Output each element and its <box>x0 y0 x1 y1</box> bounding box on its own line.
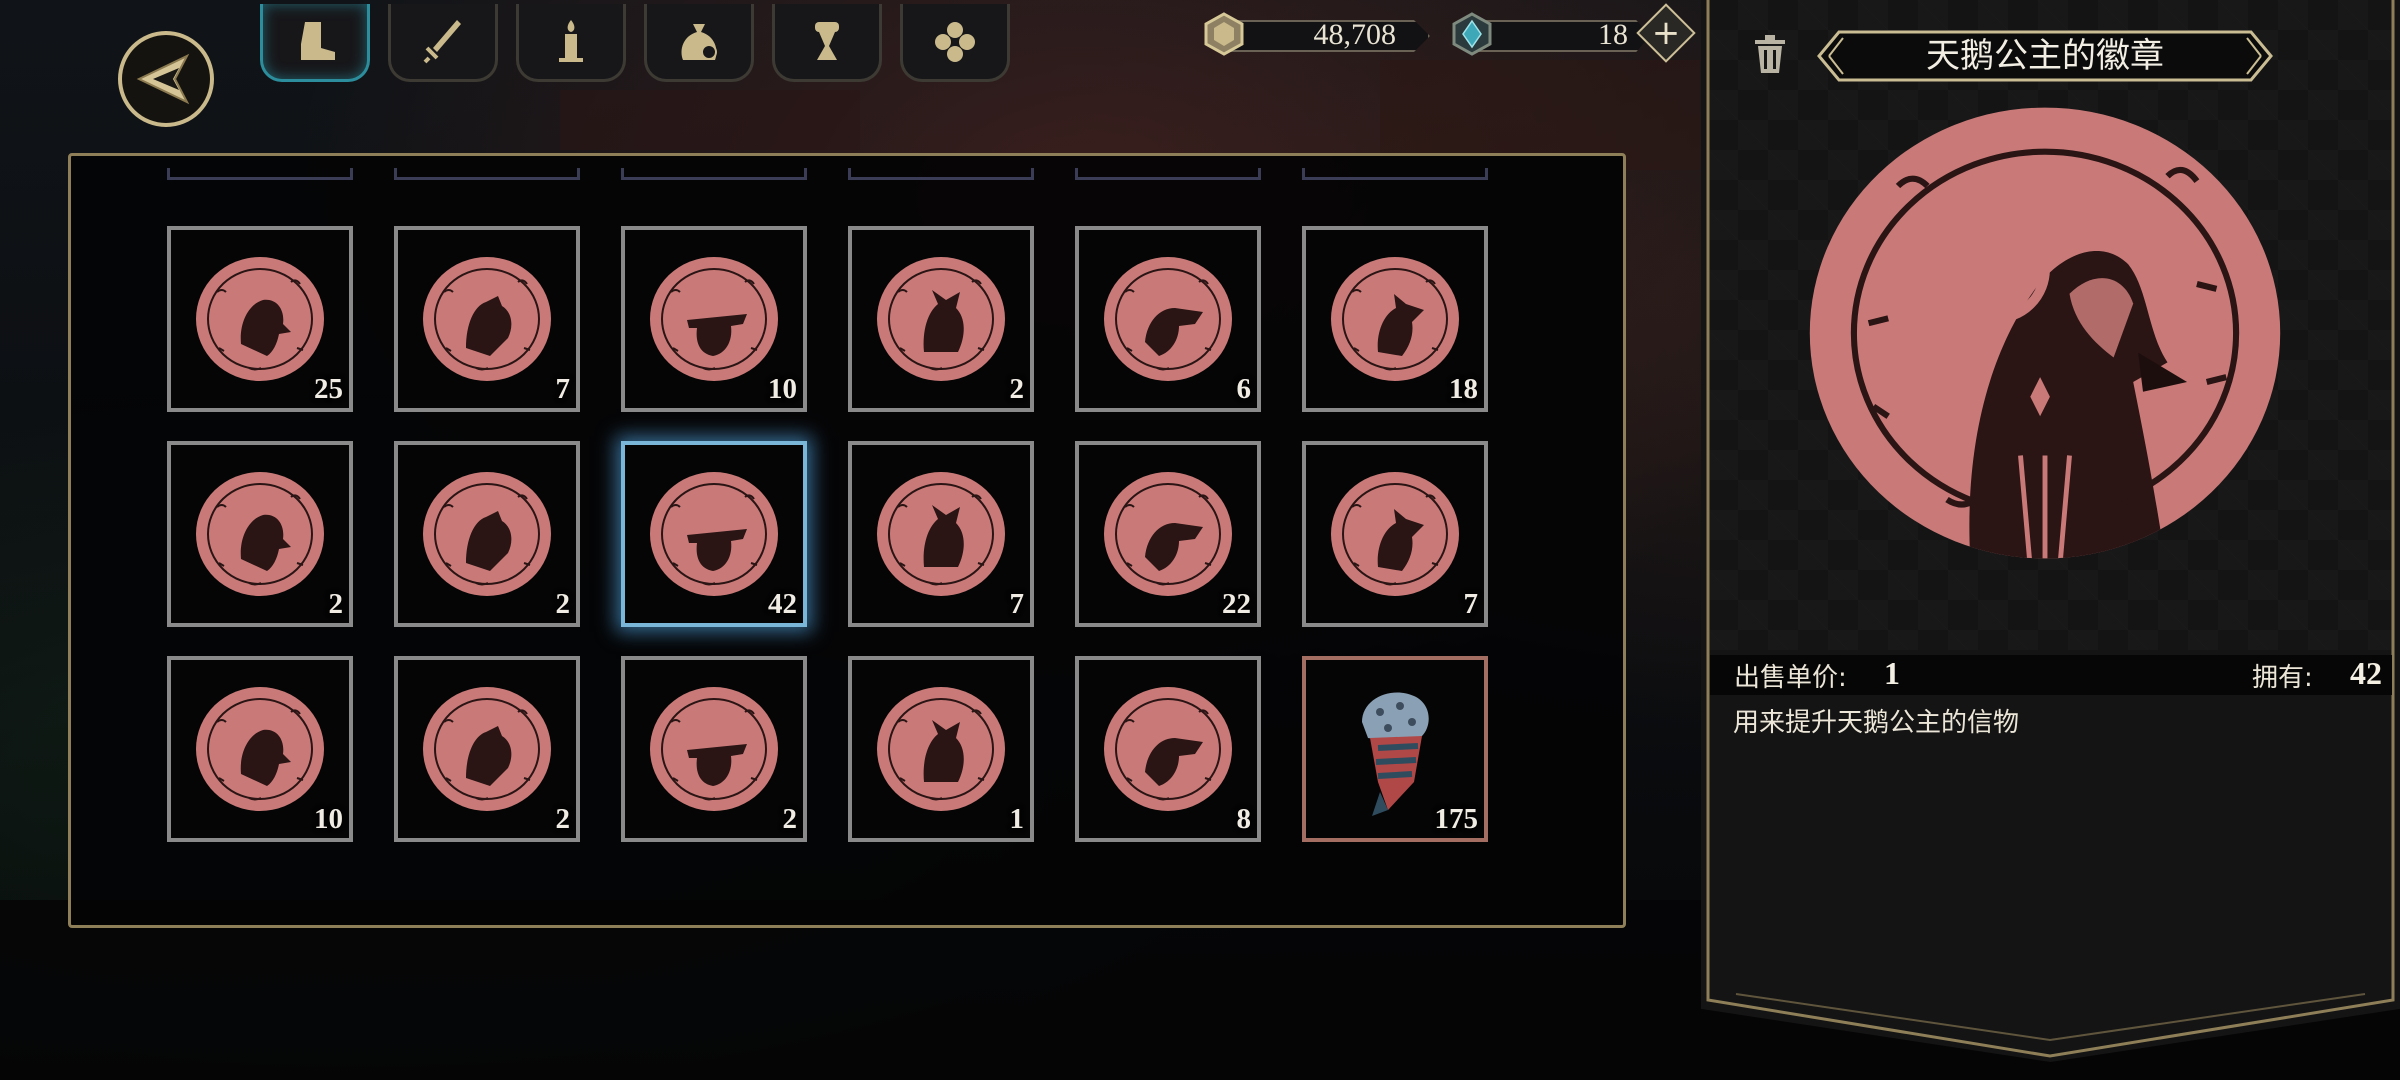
item-count: 2 <box>328 588 344 620</box>
inventory-slot[interactable]: 2 <box>394 656 580 842</box>
badge-coin-icon <box>196 687 324 811</box>
bandana-head-icon <box>1362 692 1429 816</box>
item-count: 7 <box>1009 588 1025 620</box>
gold-counter: 48,708 <box>1200 12 1430 56</box>
item-count: 1 <box>1009 803 1025 835</box>
owned-label: 拥有: <box>2252 663 2313 693</box>
item-count: 2 <box>782 803 798 835</box>
gem-counter: 18 <box>1450 12 1650 56</box>
scroll-icon <box>815 21 839 60</box>
item-count: 42 <box>768 588 797 620</box>
item-count: 18 <box>1449 373 1478 405</box>
inventory-slot[interactable]: 7 <box>394 226 580 412</box>
badge-coin-icon <box>1331 257 1459 381</box>
inventory-slot-partial <box>848 168 1034 180</box>
plus-icon: + <box>1651 13 1681 53</box>
badge-coin-icon <box>650 472 778 596</box>
sell-price-label: 出售单价: <box>1734 663 1847 693</box>
badge-coin-icon <box>650 687 778 811</box>
clover-icon <box>935 21 975 62</box>
arrow-back-icon <box>136 53 190 105</box>
badge-coin-icon <box>196 257 324 381</box>
item-count: 7 <box>1463 588 1479 620</box>
inventory-slot-partial <box>167 168 353 180</box>
badge-coin-icon <box>877 472 1005 596</box>
tab-candle[interactable] <box>516 4 626 82</box>
inventory-slot-partial <box>1075 168 1261 180</box>
candle-icon <box>559 19 583 62</box>
item-count: 7 <box>555 373 571 405</box>
item-count: 8 <box>1236 803 1252 835</box>
inventory-slot[interactable]: 2 <box>394 441 580 627</box>
badge-coin-icon <box>1104 257 1232 381</box>
inventory-slot[interactable]: 8 <box>1075 656 1261 842</box>
tab-boot[interactable] <box>260 4 370 82</box>
gem-value: 18 <box>1598 18 1628 51</box>
badge-coin-icon <box>1104 472 1232 596</box>
inventory-slot[interactable]: 2 <box>848 226 1034 412</box>
item-count: 25 <box>314 373 343 405</box>
boot-icon <box>301 21 335 60</box>
inventory-slot[interactable]: 7 <box>1302 441 1488 627</box>
inventory-slot[interactable]: 18 <box>1302 226 1488 412</box>
badge-coin-icon <box>423 472 551 596</box>
inventory-slot[interactable]: 22 <box>1075 441 1261 627</box>
badge-coin-icon <box>423 687 551 811</box>
item-count: 6 <box>1236 373 1252 405</box>
swan-princess-badge-icon <box>1809 107 2281 559</box>
inventory-slot-partial <box>1302 168 1488 180</box>
inventory-slot[interactable]: 10 <box>167 656 353 842</box>
inventory-slot[interactable]: 42 <box>621 441 807 627</box>
money-bag-icon <box>681 23 717 60</box>
item-count: 175 <box>1434 803 1479 835</box>
inventory-slot-partial <box>621 168 807 180</box>
sword-icon <box>423 19 461 63</box>
badge-coin-icon <box>877 687 1005 811</box>
item-count: 10 <box>314 803 343 835</box>
badge-coin-icon <box>1331 472 1459 596</box>
gold-value: 48,708 <box>1313 18 1397 51</box>
gem-icon <box>1452 12 1492 56</box>
owned-value: 42 <box>2350 655 2382 691</box>
inventory-slot-partial <box>394 168 580 180</box>
item-description: 用来提升天鹅公主的信物 <box>1733 708 2020 738</box>
inventory-slot[interactable]: 25 <box>167 226 353 412</box>
inventory-slot[interactable]: 175 <box>1302 656 1488 842</box>
badge-coin-icon <box>877 257 1005 381</box>
inventory-slot[interactable]: 2 <box>621 656 807 842</box>
inventory-slot[interactable]: 10 <box>621 226 807 412</box>
item-count: 2 <box>1009 373 1025 405</box>
background-roof <box>560 90 860 150</box>
badge-coin-icon <box>196 472 324 596</box>
item-count: 22 <box>1222 588 1251 620</box>
inventory-slot[interactable]: 2 <box>167 441 353 627</box>
item-info-bar: 出售单价: 1 拥有: 42 <box>1710 655 2392 695</box>
tab-money-bag[interactable] <box>644 4 754 82</box>
back-button[interactable] <box>118 31 214 127</box>
item-count: 10 <box>768 373 797 405</box>
inventory-slot[interactable]: 7 <box>848 441 1034 627</box>
inventory-slot[interactable]: 1 <box>848 656 1034 842</box>
trash-icon[interactable] <box>1752 34 1788 74</box>
badge-coin-icon <box>1104 687 1232 811</box>
tab-sword[interactable] <box>388 4 498 82</box>
sell-price-value: 1 <box>1884 655 1900 691</box>
badge-coin-icon <box>423 257 551 381</box>
item-count: 2 <box>555 803 571 835</box>
tab-scroll[interactable] <box>772 4 882 82</box>
inventory-slot[interactable]: 6 <box>1075 226 1261 412</box>
item-count: 2 <box>555 588 571 620</box>
tab-clover[interactable] <box>900 4 1010 82</box>
item-title: 天鹅公主的徽章 <box>1926 36 2164 76</box>
badge-coin-icon <box>650 257 778 381</box>
